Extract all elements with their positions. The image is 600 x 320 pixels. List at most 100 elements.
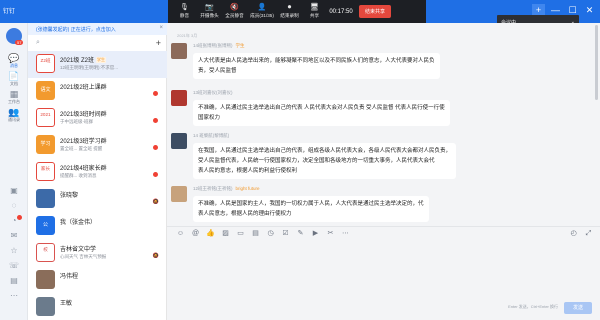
share-button[interactable]: 🖥 共享 xyxy=(302,4,327,19)
message-date: 2021年 3月 xyxy=(177,33,198,38)
conversation-preview: 12班王明明(王明明):不求官... xyxy=(60,65,119,70)
meeting-notice[interactable]: (张德馨发起的) 正在进行，点击加入 × xyxy=(28,23,167,35)
more-apps-icon[interactable]: ⋯ xyxy=(9,291,19,301)
avatar[interactable] xyxy=(171,90,187,106)
message-list: 2021年 3月 14班张博熙(张博熙) 学生 人大代表是由人民选举出来的，能够凝… xyxy=(167,23,600,226)
edit-icon[interactable]: ✎ xyxy=(295,228,306,239)
add-icon[interactable]: + xyxy=(156,38,161,48)
mute-button[interactable]: 🎙 静音 xyxy=(172,4,197,19)
list-item[interactable]: 语文 2021级2班上课群 xyxy=(28,78,167,105)
input-hint: Enter 发送，Ctrl+Enter 换行 xyxy=(508,304,558,309)
microphone-icon: 🎙 xyxy=(180,4,189,11)
avatar: 家长 xyxy=(36,162,55,181)
role-tag: 学生 xyxy=(235,43,245,48)
message-text: 责，受人民监督 xyxy=(198,68,237,74)
meeting-timer: 00:17:50 xyxy=(329,8,353,15)
message-bubble[interactable]: 不准确，人民通过民主选举选出自己的代表 人民代表大会对人民负责 受人民监督 代表… xyxy=(193,100,450,126)
message-text: 在我国，人民通过民主选举选出自己的代表，组成各级人民代表大会，各级人民代表大会都… xyxy=(198,148,452,154)
send-button[interactable]: 发送 xyxy=(564,302,592,314)
expand-icon[interactable]: ⤢ xyxy=(583,228,594,239)
history-icon[interactable]: ◴ xyxy=(568,228,579,239)
conversation-preview: 于中远班级-班群 xyxy=(60,119,93,124)
mute-icon: 🔕 xyxy=(152,199,159,205)
mute-all-button[interactable]: 🔇 全员静音 xyxy=(222,4,247,19)
chat-panel: 2021年 3月 14班张博熙(张博熙) 学生 人大代表是由人民选举出来的，能够凝… xyxy=(167,23,600,320)
at-icon[interactable]: @ xyxy=(190,228,201,239)
message-bubble[interactable]: 不准确，人民是国家的主人，我国的一切权力属于人民，人大代表是通过民主选举决定的，… xyxy=(193,196,429,222)
end-share-button[interactable]: 结束共享 xyxy=(359,5,392,18)
members-button[interactable]: 👤 成员(31/35) xyxy=(247,4,277,19)
message-icon: 💬 xyxy=(8,53,20,63)
folder-icon[interactable]: ▤ xyxy=(250,228,261,239)
conversation-name: 2021级3班时间群 xyxy=(60,112,107,118)
file-icon[interactable]: ▭ xyxy=(235,228,246,239)
clock-icon[interactable]: ◷ xyxy=(265,228,276,239)
search-icon[interactable]: ⌕ xyxy=(36,39,40,47)
list-item[interactable]: 冯伟程 xyxy=(28,267,167,294)
record-icon: ⏺ xyxy=(287,4,292,11)
message-text: 不准确，人民通过民主选举选出自己的代表 人民代表大会对人民负责 受人民监督 代表… xyxy=(198,105,445,111)
video-icon[interactable]: ▶ xyxy=(310,228,321,239)
avatar xyxy=(36,270,55,289)
unread-dot xyxy=(153,145,158,150)
unread-dot xyxy=(153,172,158,177)
list-item[interactable]: Z2班 2021级 Z2班 学生 12班王明明(王明明):不求官... xyxy=(28,51,167,78)
sidebar-item-contacts[interactable]: 👥 通讯录 xyxy=(0,107,28,123)
close-icon[interactable]: × xyxy=(159,25,163,31)
more-icon[interactable]: ⋯ xyxy=(340,228,351,239)
sidebar-item-docs[interactable]: 📄 文档 xyxy=(0,71,28,87)
message-text: 人大代表是由人民选举出来的，能够凝聚不同地区以及不同民族人们的意志，人大代表要对… xyxy=(198,58,435,64)
sender-name: 14班张博熙(张博熙) xyxy=(193,43,233,48)
close-icon[interactable]: ✕ xyxy=(583,4,596,16)
list-item[interactable]: 公 我（张金伟） xyxy=(28,213,167,240)
check-icon[interactable]: ☑ xyxy=(280,228,291,239)
mute-all-icon: 🔇 xyxy=(230,4,239,11)
grid-icon[interactable]: ▤ xyxy=(9,276,19,286)
conversation-preview: 置全班... 置全班 提醒 xyxy=(60,146,103,151)
unread-dot xyxy=(153,91,158,96)
emoji-icon[interactable]: ☺ xyxy=(175,228,186,239)
message-input[interactable]: Enter 发送，Ctrl+Enter 换行 发送 xyxy=(167,240,600,320)
message-bubble[interactable]: 人大代表是由人民选举出来的，能够凝聚不同地区以及不同民族人们的意志，人大代表要对… xyxy=(193,53,440,79)
list-item[interactable]: 王敏 xyxy=(28,294,167,320)
list-item[interactable]: 校 吉林省文中学 心间天气 吉林天气预报 🔕 xyxy=(28,240,167,267)
unread-dot xyxy=(153,118,158,123)
sidebar-item-messages[interactable]: 💬 消息 xyxy=(0,53,28,69)
camera-button[interactable]: 📷 开摄像头 xyxy=(197,4,222,19)
camera-icon: 📷 xyxy=(205,4,214,11)
app-title: 钉钉 xyxy=(3,9,16,15)
sidebar-item-workbench[interactable]: ▦ 工作台 xyxy=(0,89,28,105)
screenshot-icon[interactable]: ✂ xyxy=(325,228,336,239)
star-icon[interactable]: ☆ xyxy=(9,246,19,256)
calendar-icon[interactable]: ▣ xyxy=(9,186,19,196)
avatar[interactable] xyxy=(171,186,187,202)
meeting-toolbar: 🎙 静音 📷 开摄像头 🔇 全员静音 👤 成员(31/35) ⏺ 结束录制 🖥 共享 00:… xyxy=(168,0,426,23)
list-item[interactable]: 学习 2021级3班学习群 置全班... 置全班 提醒 xyxy=(28,132,167,159)
screen-share-icon: 🖥 xyxy=(310,4,319,11)
sidebar: 57 💬 消息 📄 文档 ▦ 工作台 👥 通讯录 ▣ ◌ ◔ ✉ ☆ ☏ ▤ ⋯ xyxy=(0,23,28,320)
avatar[interactable] xyxy=(171,43,187,59)
list-item[interactable]: 2021 2021级3班时间群 于中远班级-班群 xyxy=(28,105,167,132)
unread-badge: 57 xyxy=(15,40,24,45)
mail-icon[interactable]: ✉ xyxy=(9,231,19,241)
like-icon[interactable]: 👍 xyxy=(205,228,216,239)
scrollbar[interactable] xyxy=(595,25,598,100)
conversation-name: 王敏 xyxy=(60,301,73,307)
conversation-name: 2021级2班上课群 xyxy=(60,85,107,91)
sender-name: 13班刘嘉仪(刘嘉仪) xyxy=(193,90,233,95)
chat-icon[interactable]: ◌ xyxy=(9,201,19,211)
message-text: 表人民意志，根据人民的理由行使权力 xyxy=(198,211,292,217)
phone-icon[interactable]: ☏ xyxy=(9,261,19,271)
conversation-name: 张晓黎 xyxy=(60,193,79,199)
avatar: 学习 xyxy=(36,135,55,154)
image-icon[interactable]: ▨ xyxy=(220,228,231,239)
stop-recording-button[interactable]: ⏺ 结束录制 xyxy=(277,4,302,19)
avatar[interactable] xyxy=(171,133,187,149)
message-bubble[interactable]: 在我国，人民通过民主选举选出自己的代表，组成各级人民代表大会，各级人民代表大会都… xyxy=(193,143,457,179)
message-text: 不准确，人民是国家的主人，我国的一切权力属于人民，人大代表是通过民主选举决定的，… xyxy=(198,201,424,207)
notification-dot xyxy=(17,215,22,220)
conversation-name: 吉林省文中学 xyxy=(60,247,97,253)
role-tag: 学生 xyxy=(96,57,107,63)
list-item[interactable]: 家长 2021级4班家长群 提醒群... 收到消息 xyxy=(28,159,167,186)
list-item[interactable]: 张晓黎 🔕 xyxy=(28,186,167,213)
